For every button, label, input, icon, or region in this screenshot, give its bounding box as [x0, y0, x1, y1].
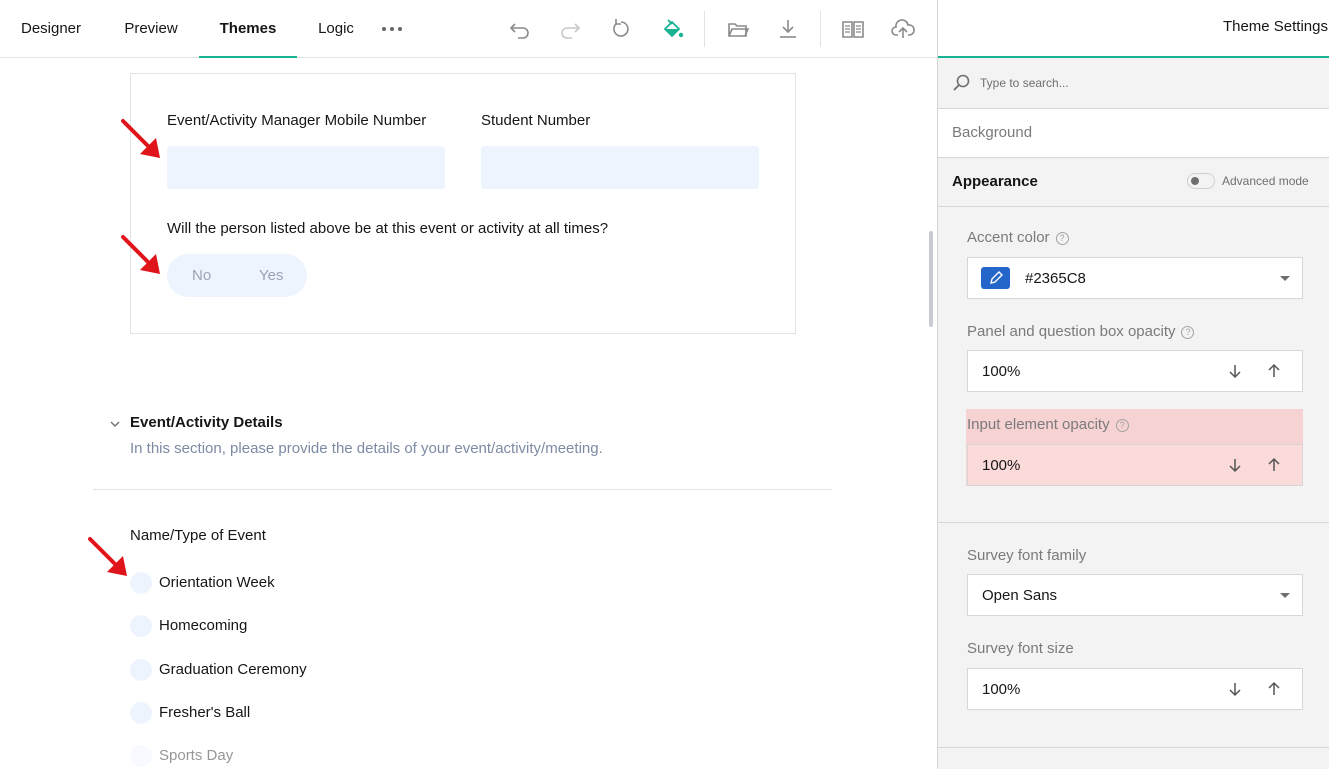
tab-logic[interactable]: Logic [306, 0, 366, 58]
sidebar-header: Theme Settings [938, 0, 1329, 58]
panel-opacity-spinner[interactable]: 100% [967, 350, 1303, 392]
arrow-up-icon[interactable] [1265, 362, 1283, 380]
font-size-label: Survey font size [967, 640, 1074, 657]
radio-choice-label: Graduation Ceremony [159, 661, 307, 678]
student-number-input[interactable] [481, 146, 759, 189]
sidebar-divider [938, 747, 1329, 748]
radio-choice-label: Homecoming [159, 617, 248, 634]
cloud-upload-icon[interactable] [889, 15, 917, 43]
search-icon [953, 74, 970, 91]
survey-canvas: Event/Activity Manager Mobile Number Stu… [0, 58, 937, 769]
font-family-dropdown[interactable]: Open Sans [967, 574, 1303, 616]
input-opacity-label-text: Input element opacity [967, 416, 1110, 433]
radio-choice-label: Sports Day [159, 747, 234, 764]
toolbar-divider [820, 11, 821, 47]
chevron-down-icon[interactable] [1280, 276, 1290, 281]
radio-button[interactable] [130, 702, 152, 724]
radio-button[interactable] [130, 659, 152, 681]
boolean-option-no[interactable]: No [192, 254, 211, 297]
annotation-arrow-icon [121, 119, 160, 158]
tab-preview[interactable]: Preview [110, 0, 192, 58]
toggle-knob [1191, 177, 1199, 185]
accent-color-label: Accent color? [967, 229, 1069, 246]
book-icon[interactable] [839, 15, 867, 43]
question-title-presence: Will the person listed above be at this … [167, 220, 609, 237]
chevron-down-icon[interactable] [109, 418, 121, 430]
color-swatch[interactable] [981, 267, 1010, 289]
advanced-mode-label: Advanced mode [1222, 174, 1309, 188]
advanced-mode-toggle[interactable] [1187, 173, 1215, 189]
toolbar-divider [704, 11, 705, 47]
arrow-up-icon[interactable] [1265, 456, 1283, 474]
tab-themes[interactable]: Themes [199, 0, 297, 58]
pen-icon [990, 271, 1003, 284]
search-input[interactable] [980, 73, 1300, 93]
category-background[interactable]: Background [938, 109, 1329, 158]
reset-icon[interactable] [607, 15, 635, 43]
font-family-label: Survey font family [967, 547, 1087, 564]
panel-opacity-label: Panel and question box opacity? [967, 323, 1195, 340]
arrow-up-icon[interactable] [1265, 680, 1283, 698]
question-title-mobile-number: Event/Activity Manager Mobile Number [167, 112, 427, 129]
arrow-down-icon[interactable] [1226, 680, 1244, 698]
download-icon[interactable] [774, 15, 802, 43]
panel-opacity-label-text: Panel and question box opacity [967, 323, 1176, 340]
arrow-down-icon[interactable] [1226, 362, 1244, 380]
category-appearance-label: Appearance [952, 173, 1038, 190]
accent-color-value: #2365C8 [1025, 270, 1086, 287]
input-opacity-label: Input element opacity? [967, 416, 1129, 433]
tab-designer[interactable]: Designer [9, 0, 93, 58]
top-toolbar: Designer Preview Themes Logic [0, 0, 937, 58]
arrow-down-icon[interactable] [1226, 456, 1244, 474]
boolean-option-yes[interactable]: Yes [259, 254, 283, 297]
help-icon[interactable]: ? [1055, 232, 1069, 245]
mobile-number-input[interactable] [167, 146, 445, 189]
section-divider [93, 489, 832, 490]
paint-bucket-icon[interactable] [658, 15, 686, 43]
radio-button[interactable] [130, 745, 152, 767]
radio-button[interactable] [130, 572, 152, 594]
help-icon[interactable]: ? [1181, 326, 1195, 339]
more-tabs-icon[interactable] [378, 0, 406, 58]
font-size-spinner[interactable]: 100% [967, 668, 1303, 710]
font-family-value: Open Sans [982, 587, 1058, 604]
undo-icon[interactable] [506, 15, 534, 43]
help-icon[interactable]: ? [1115, 419, 1129, 432]
section-title: Event/Activity Details [130, 414, 283, 431]
redo-icon[interactable] [556, 15, 584, 43]
presence-boolean-switch[interactable]: No Yes [167, 254, 307, 297]
input-opacity-spinner[interactable]: 100% [967, 444, 1303, 486]
property-search [938, 58, 1329, 109]
radio-choice-label: Fresher's Ball [159, 704, 251, 721]
section-description: In this section, please provide the deta… [130, 440, 603, 457]
theme-settings-sidebar: Theme Settings Background Appearance Adv… [937, 0, 1329, 769]
open-folder-icon[interactable] [724, 15, 752, 43]
annotation-arrow-icon [121, 235, 160, 274]
chevron-down-icon[interactable] [1280, 593, 1290, 598]
radio-choice-label: Orientation Week [159, 574, 275, 591]
sidebar-title: Theme Settings [1222, 18, 1328, 35]
accent-color-dropdown[interactable]: #2365C8 [967, 257, 1303, 299]
category-background-label: Background [952, 124, 1033, 141]
sidebar-divider [938, 522, 1329, 523]
panel-opacity-value: 100% [982, 363, 1021, 380]
accent-color-label-text: Accent color [967, 229, 1050, 246]
input-opacity-value: 100% [982, 457, 1021, 474]
question-title-event-type: Name/Type of Event [130, 527, 266, 544]
radio-button[interactable] [130, 615, 152, 637]
annotation-arrow-icon [88, 537, 127, 576]
canvas-scrollbar[interactable] [929, 231, 933, 327]
font-size-value: 100% [982, 681, 1021, 698]
question-title-student-number: Student Number [481, 112, 591, 129]
